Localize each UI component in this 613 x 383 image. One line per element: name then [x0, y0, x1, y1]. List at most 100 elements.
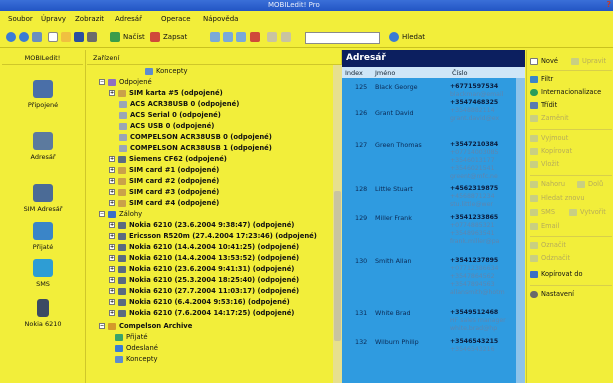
paste-button[interactable]: Vložit — [530, 160, 559, 170]
back-icon[interactable] — [6, 32, 16, 42]
new-contact-button[interactable]: Nové — [530, 57, 558, 67]
expand-icon[interactable]: + — [109, 178, 115, 184]
tree-scrollbar[interactable] — [333, 65, 342, 383]
menu-file[interactable]: Soubor — [8, 15, 33, 23]
expand-icon[interactable]: + — [109, 189, 115, 195]
tree-node[interactable]: Přijaté — [115, 333, 148, 343]
tree-node[interactable]: + SIM card #4 (odpojené) — [109, 199, 219, 209]
tree-node[interactable]: + SIM karta #5 (odpojené) — [109, 89, 223, 99]
filter-button[interactable]: Filtr — [530, 75, 553, 85]
write-button[interactable]: Zapsat — [163, 33, 187, 41]
tree-node[interactable]: ACS Serial 0 (odpojené) — [119, 111, 221, 121]
sms-button[interactable]: SMS — [530, 208, 555, 218]
find-again-button[interactable]: Hledat znovu — [530, 194, 585, 204]
tree-node[interactable]: − Zálohy — [99, 210, 142, 220]
refresh-icon[interactable] — [32, 32, 42, 42]
undo-icon[interactable] — [267, 32, 277, 42]
search-icon[interactable] — [389, 32, 399, 42]
expand-icon[interactable]: + — [109, 255, 115, 261]
sort-button[interactable]: Třídit — [530, 101, 557, 111]
move-up-button[interactable]: Nahoru — [530, 180, 565, 190]
nav-sms[interactable]: SMS — [4, 255, 82, 299]
internationalization-button[interactable]: Internacionalizace — [530, 88, 601, 98]
edit-button[interactable]: Upravit — [571, 57, 606, 67]
print-icon[interactable] — [87, 32, 97, 42]
tree-node[interactable]: + Ericsson R520m (27.4.2004 17:23:46) (od… — [109, 232, 317, 242]
expand-icon[interactable]: + — [109, 266, 115, 272]
expand-icon[interactable]: + — [109, 233, 115, 239]
collapse-icon[interactable]: − — [99, 79, 105, 85]
email-button[interactable]: Email — [530, 222, 559, 232]
expand-icon[interactable]: + — [109, 288, 115, 294]
tree-node[interactable]: + SIM card #1 (odpojené) — [109, 166, 219, 176]
tree-node[interactable]: + Nokia 6210 (14.4.2004 13:53:52) (odpoje… — [109, 254, 299, 264]
expand-icon[interactable]: + — [109, 277, 115, 283]
tree-scrollbar-thumb[interactable] — [334, 191, 341, 341]
contacts-scrollbar[interactable] — [516, 78, 525, 383]
copy-icon[interactable] — [223, 32, 233, 42]
tree-node[interactable]: Odeslané — [115, 344, 158, 354]
tree-node[interactable]: Koncepty — [145, 67, 188, 77]
tree-node[interactable]: + Nokia 6210 (7.6.2004 14:17:25) (odpojen… — [109, 309, 294, 319]
column-number[interactable]: Číslo — [452, 69, 468, 77]
deselect-button[interactable]: Odznačit — [530, 254, 570, 264]
settings-button[interactable]: Nastavení — [530, 290, 574, 300]
expand-icon[interactable]: + — [109, 299, 115, 305]
tree-node[interactable]: + Nokia 6210 (14.4.2004 10:41:25) (odpoje… — [109, 243, 299, 253]
delete-icon[interactable] — [250, 32, 260, 42]
tree-node[interactable]: COMPELSON ACR38USB 0 (odpojené) — [119, 133, 272, 143]
nav-connected[interactable]: Připojené — [4, 76, 82, 120]
tree-node[interactable]: − Odpojené — [99, 78, 152, 88]
expand-icon[interactable]: + — [109, 156, 115, 162]
column-name[interactable]: Jméno — [375, 69, 395, 77]
expand-icon[interactable]: + — [109, 244, 115, 250]
search-input[interactable] — [305, 32, 380, 44]
load-icon[interactable] — [110, 32, 120, 42]
collapse-icon[interactable]: − — [99, 211, 105, 217]
tree-node[interactable]: COMPELSON ACR38USB 1 (odpojené) — [119, 144, 272, 154]
copy-button[interactable]: Kopírovat — [530, 147, 572, 157]
tree-node[interactable]: + Nokia 6210 (23.6.2004 9:38:47) (odpojen… — [109, 221, 294, 231]
write-icon[interactable] — [150, 32, 160, 42]
open-folder-icon[interactable] — [61, 32, 71, 42]
tree-node[interactable]: + SIM card #2 (odpojené) — [109, 177, 219, 187]
menu-view[interactable]: Zobrazit — [75, 15, 104, 23]
help-icon[interactable]: ? — [606, 0, 611, 9]
tree-node[interactable]: ACS ACR38USB 0 (odpojené) — [119, 100, 239, 110]
paste-icon[interactable] — [236, 32, 246, 42]
tree-node[interactable]: + Nokia 6210 (25.3.2004 18:25:40) (odpoje… — [109, 276, 299, 286]
tree-node[interactable]: + Nokia 6210 (27.7.2004 11:03:17) (odpoje… — [109, 287, 299, 297]
tree-node[interactable]: + SIM card #3 (odpojené) — [109, 188, 219, 198]
new-document-icon[interactable] — [48, 32, 58, 42]
create-button[interactable]: Vytvořit — [569, 208, 606, 218]
menu-phonebook[interactable]: Adresář — [115, 15, 142, 23]
tree-node[interactable]: − Compelson Archive — [99, 322, 192, 332]
tree-node[interactable]: + Nokia 6210 (23.6.2004 9:41:31) (odpojen… — [109, 265, 294, 275]
menu-help[interactable]: Nápověda — [203, 15, 238, 23]
menu-edit[interactable]: Úpravy — [41, 15, 66, 23]
tree-node[interactable]: + Siemens CF62 (odpojené) — [109, 155, 227, 165]
collapse-icon[interactable]: − — [99, 323, 105, 329]
expand-icon[interactable]: + — [109, 310, 115, 316]
save-icon[interactable] — [74, 32, 84, 42]
tree-node[interactable]: + Nokia 6210 (6.4.2004 9:53:16) (odpojené… — [109, 298, 290, 308]
nav-phonebook[interactable]: Adresář — [4, 128, 82, 172]
move-down-button[interactable]: Dolů — [577, 180, 603, 190]
cut-button[interactable]: Vyjmout — [530, 134, 568, 144]
redo-icon[interactable] — [281, 32, 291, 42]
search-button[interactable]: Hledat — [402, 33, 425, 41]
menu-operations[interactable]: Operace — [161, 15, 191, 23]
cut-icon[interactable] — [210, 32, 220, 42]
expand-icon[interactable]: + — [109, 200, 115, 206]
tree-node[interactable]: ACS USB 0 (odpojené) — [119, 122, 214, 132]
load-button[interactable]: Načíst — [123, 33, 145, 41]
column-index[interactable]: Index — [345, 69, 363, 77]
swap-button[interactable]: Zaměnit — [530, 114, 569, 124]
expand-icon[interactable]: + — [109, 222, 115, 228]
tree-node[interactable]: Koncepty — [115, 355, 158, 365]
select-button[interactable]: Označit — [530, 241, 566, 251]
nav-nokia-6210[interactable]: Nokia 6210 — [4, 295, 82, 339]
forward-icon[interactable] — [19, 32, 29, 42]
copy-to-button[interactable]: Kopírovat do — [530, 270, 583, 280]
expand-icon[interactable]: + — [109, 167, 115, 173]
